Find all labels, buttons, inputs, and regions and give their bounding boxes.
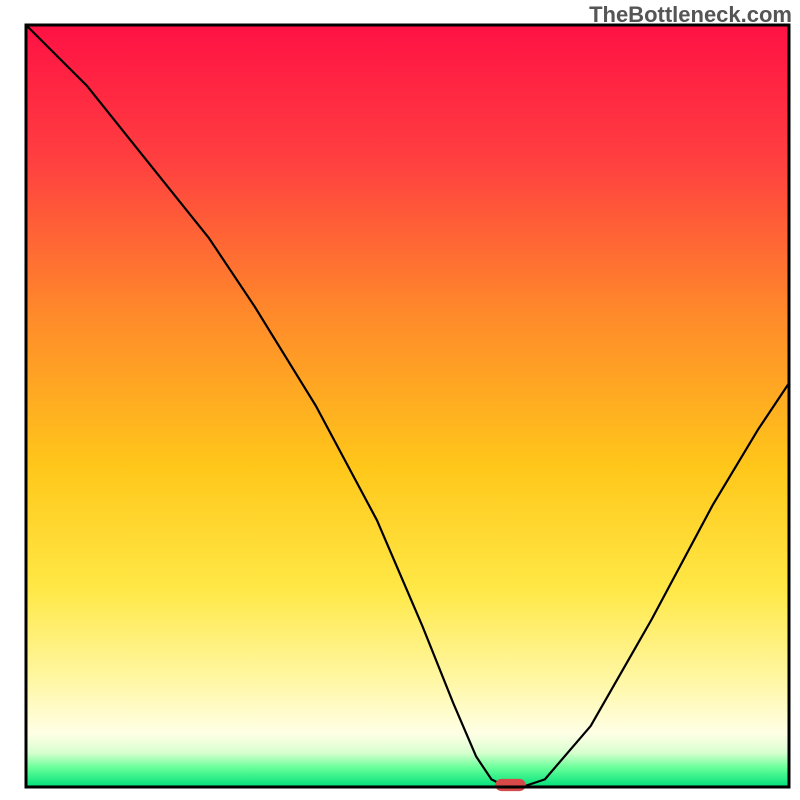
chart-container: TheBottleneck.com <box>0 0 800 800</box>
optimal-marker <box>495 779 526 791</box>
chart-svg <box>0 0 800 800</box>
plot-background <box>26 25 789 787</box>
watermark-text: TheBottleneck.com <box>589 2 792 28</box>
